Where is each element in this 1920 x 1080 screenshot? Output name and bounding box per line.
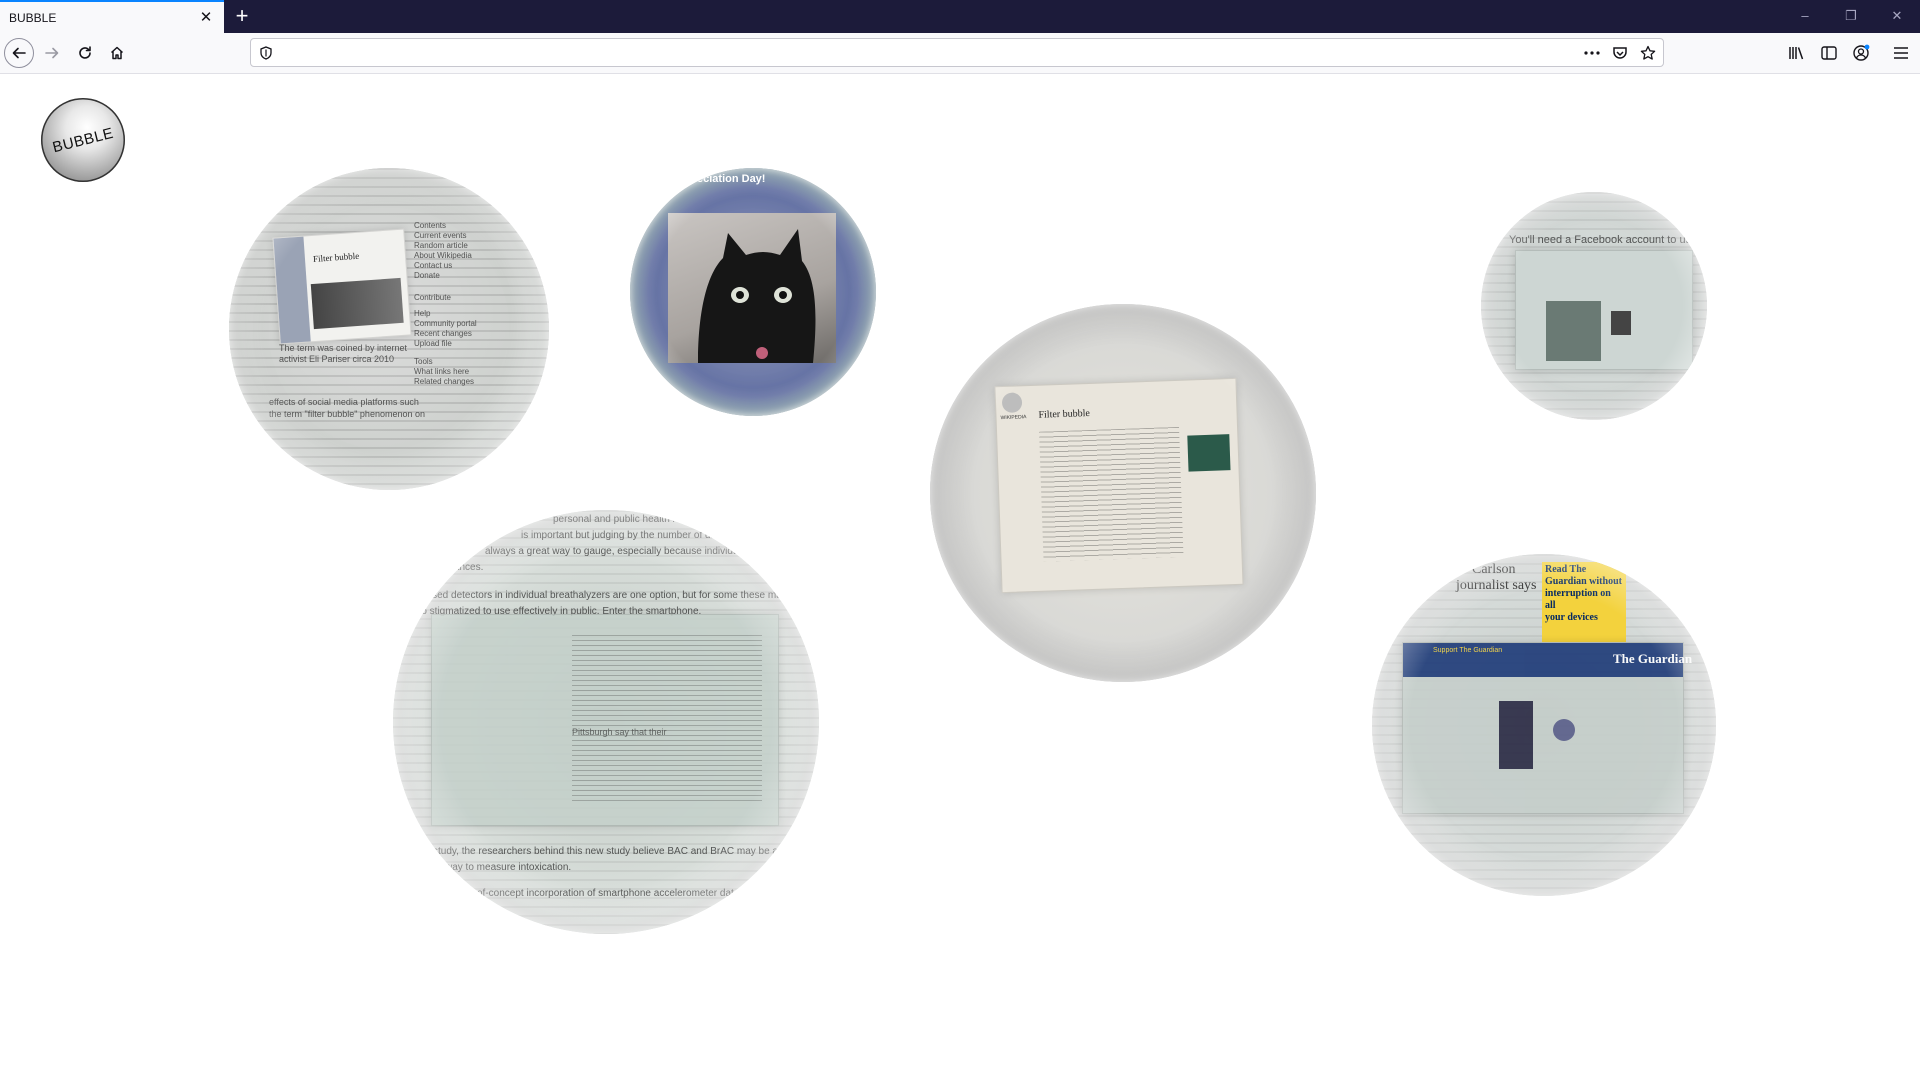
page-thumbnail: Pittsburgh say that their bbox=[431, 614, 779, 826]
over-text-line: effects of social media platforms such bbox=[269, 397, 419, 407]
pocket-icon[interactable] bbox=[1611, 44, 1629, 62]
page-thumbnail bbox=[1515, 250, 1693, 370]
over-text-line: Random article bbox=[414, 241, 468, 250]
over-text-line: Contents bbox=[414, 221, 447, 230]
over-text-line: Tools bbox=[414, 357, 433, 366]
logo-text: BUBBLE bbox=[50, 124, 116, 156]
over-text-line: is important but judging by the number o… bbox=[521, 530, 732, 541]
over-text-line: Related changes bbox=[414, 377, 475, 386]
wikipedia-wordmark: WIKIPEDIA bbox=[1000, 414, 1027, 422]
over-text-line: activist Eli Pariser circa 2010 bbox=[279, 354, 395, 364]
bubble-facebook[interactable]: You'll need a Facebook account to use bbox=[1481, 192, 1707, 420]
over-text-line: What links here bbox=[414, 367, 470, 376]
new-tab-button[interactable]: + bbox=[231, 5, 253, 27]
more-dots-icon[interactable] bbox=[1583, 44, 1601, 62]
reload-icon[interactable] bbox=[70, 38, 100, 68]
guardian-ad: Read The Guardian without interruption o… bbox=[1542, 562, 1626, 642]
over-text-line: of-concept incorporation of smartphone a… bbox=[477, 888, 819, 899]
over-text-line: personal and public health risk a bbox=[553, 514, 697, 525]
tab-title: BUBBLE bbox=[9, 11, 57, 25]
page-content: BUBBLE Filter bubble Contents Current ev… bbox=[0, 74, 1920, 1080]
over-text-line: Contact us bbox=[414, 261, 453, 270]
cat-bubble-heading: preciation Day! bbox=[686, 173, 766, 185]
ad-line: your devices bbox=[1545, 612, 1598, 623]
over-text-line: the term "filter bubble" phenomenon on bbox=[269, 409, 425, 419]
over-text-line: Donate bbox=[414, 271, 440, 280]
page-thumbnail: WIKIPEDIA Filter bubble bbox=[994, 377, 1244, 594]
headline-line: journalist says bbox=[1456, 578, 1537, 593]
bubble-logo[interactable]: BUBBLE bbox=[41, 98, 125, 182]
cat-photo bbox=[668, 213, 836, 363]
over-text-line: based detectors in individual breathalyz… bbox=[421, 590, 801, 601]
bubble-cat-appreciation[interactable]: preciation Day! bbox=[630, 168, 876, 416]
hamburger-menu-icon[interactable] bbox=[1886, 38, 1916, 68]
back-arrow-icon[interactable] bbox=[4, 38, 34, 68]
over-text-line: always a great way to gauge, especially … bbox=[485, 546, 776, 557]
headline-line: Carlson bbox=[1472, 562, 1516, 577]
over-text-line: Help bbox=[414, 309, 431, 318]
over-text-line: Current events bbox=[414, 231, 467, 240]
close-window-icon[interactable]: ✕ bbox=[1882, 6, 1912, 26]
forward-arrow-icon[interactable] bbox=[37, 38, 67, 68]
over-text-line: About Wikipedia bbox=[414, 251, 472, 260]
restore-icon[interactable]: ❐ bbox=[1836, 6, 1866, 26]
bubble-guardian[interactable]: Carlson journalist says Read The Guardia… bbox=[1372, 554, 1716, 896]
ad-line: Read The bbox=[1545, 564, 1587, 575]
over-text-line: Pittsburgh say that their bbox=[572, 727, 667, 737]
over-text-line: The term was coined by internet bbox=[279, 343, 408, 353]
ad-line: Guardian without bbox=[1545, 576, 1622, 587]
page-thumbnail: Support The Guardian The Guardian bbox=[1402, 642, 1692, 814]
ad-line: interruption on all bbox=[1545, 588, 1611, 611]
close-tab-icon[interactable]: ✕ bbox=[198, 9, 214, 25]
over-text-line: study, the researchers behind this new s… bbox=[433, 846, 819, 857]
url-bar[interactable] bbox=[250, 38, 1664, 67]
over-text-line: Upload file bbox=[414, 339, 452, 348]
minimize-icon[interactable]: – bbox=[1790, 6, 1820, 26]
guardian-wordmark: The Guardian bbox=[1613, 651, 1693, 666]
tab-bubble[interactable]: BUBBLE ✕ bbox=[0, 0, 224, 33]
star-icon[interactable] bbox=[1639, 44, 1657, 62]
thumbnail-title: Filter bubble bbox=[1038, 407, 1091, 421]
page-thumbnail: Filter bubble bbox=[272, 228, 412, 345]
thumbnail-title: Filter bubble bbox=[312, 250, 360, 264]
bubble-breathalyzer-study[interactable]: personal and public health risk a is imp… bbox=[393, 510, 819, 934]
facebook-notice: You'll need a Facebook account to use bbox=[1509, 234, 1698, 246]
over-text-line: Community portal bbox=[414, 319, 477, 328]
over-text-line: way to measure intoxication. bbox=[445, 862, 572, 873]
account-icon[interactable] bbox=[1846, 38, 1876, 68]
bubble-wikipedia-filter-bubble-large[interactable]: WIKIPEDIA Filter bubble bbox=[930, 304, 1316, 682]
sidebar-icon[interactable] bbox=[1814, 38, 1844, 68]
library-icon[interactable] bbox=[1782, 38, 1812, 68]
cat-face-icon bbox=[698, 229, 816, 363]
url-input[interactable] bbox=[283, 42, 1577, 65]
over-text-line: Recent changes bbox=[414, 329, 472, 338]
home-icon[interactable] bbox=[102, 38, 132, 68]
wikipedia-globe-icon bbox=[1001, 392, 1023, 414]
navigation-toolbar bbox=[0, 33, 1920, 74]
tab-strip: BUBBLE ✕ + – ❐ ✕ bbox=[0, 0, 1920, 33]
shield-icon[interactable] bbox=[257, 44, 275, 62]
over-text-line: erances. bbox=[445, 562, 484, 573]
support-guardian-text: Support The Guardian bbox=[1433, 647, 1503, 654]
over-text-line: Contribute bbox=[414, 293, 451, 302]
bubble-wikipedia-filter-bubble[interactable]: Filter bubble Contents Current events Ra… bbox=[229, 168, 549, 490]
